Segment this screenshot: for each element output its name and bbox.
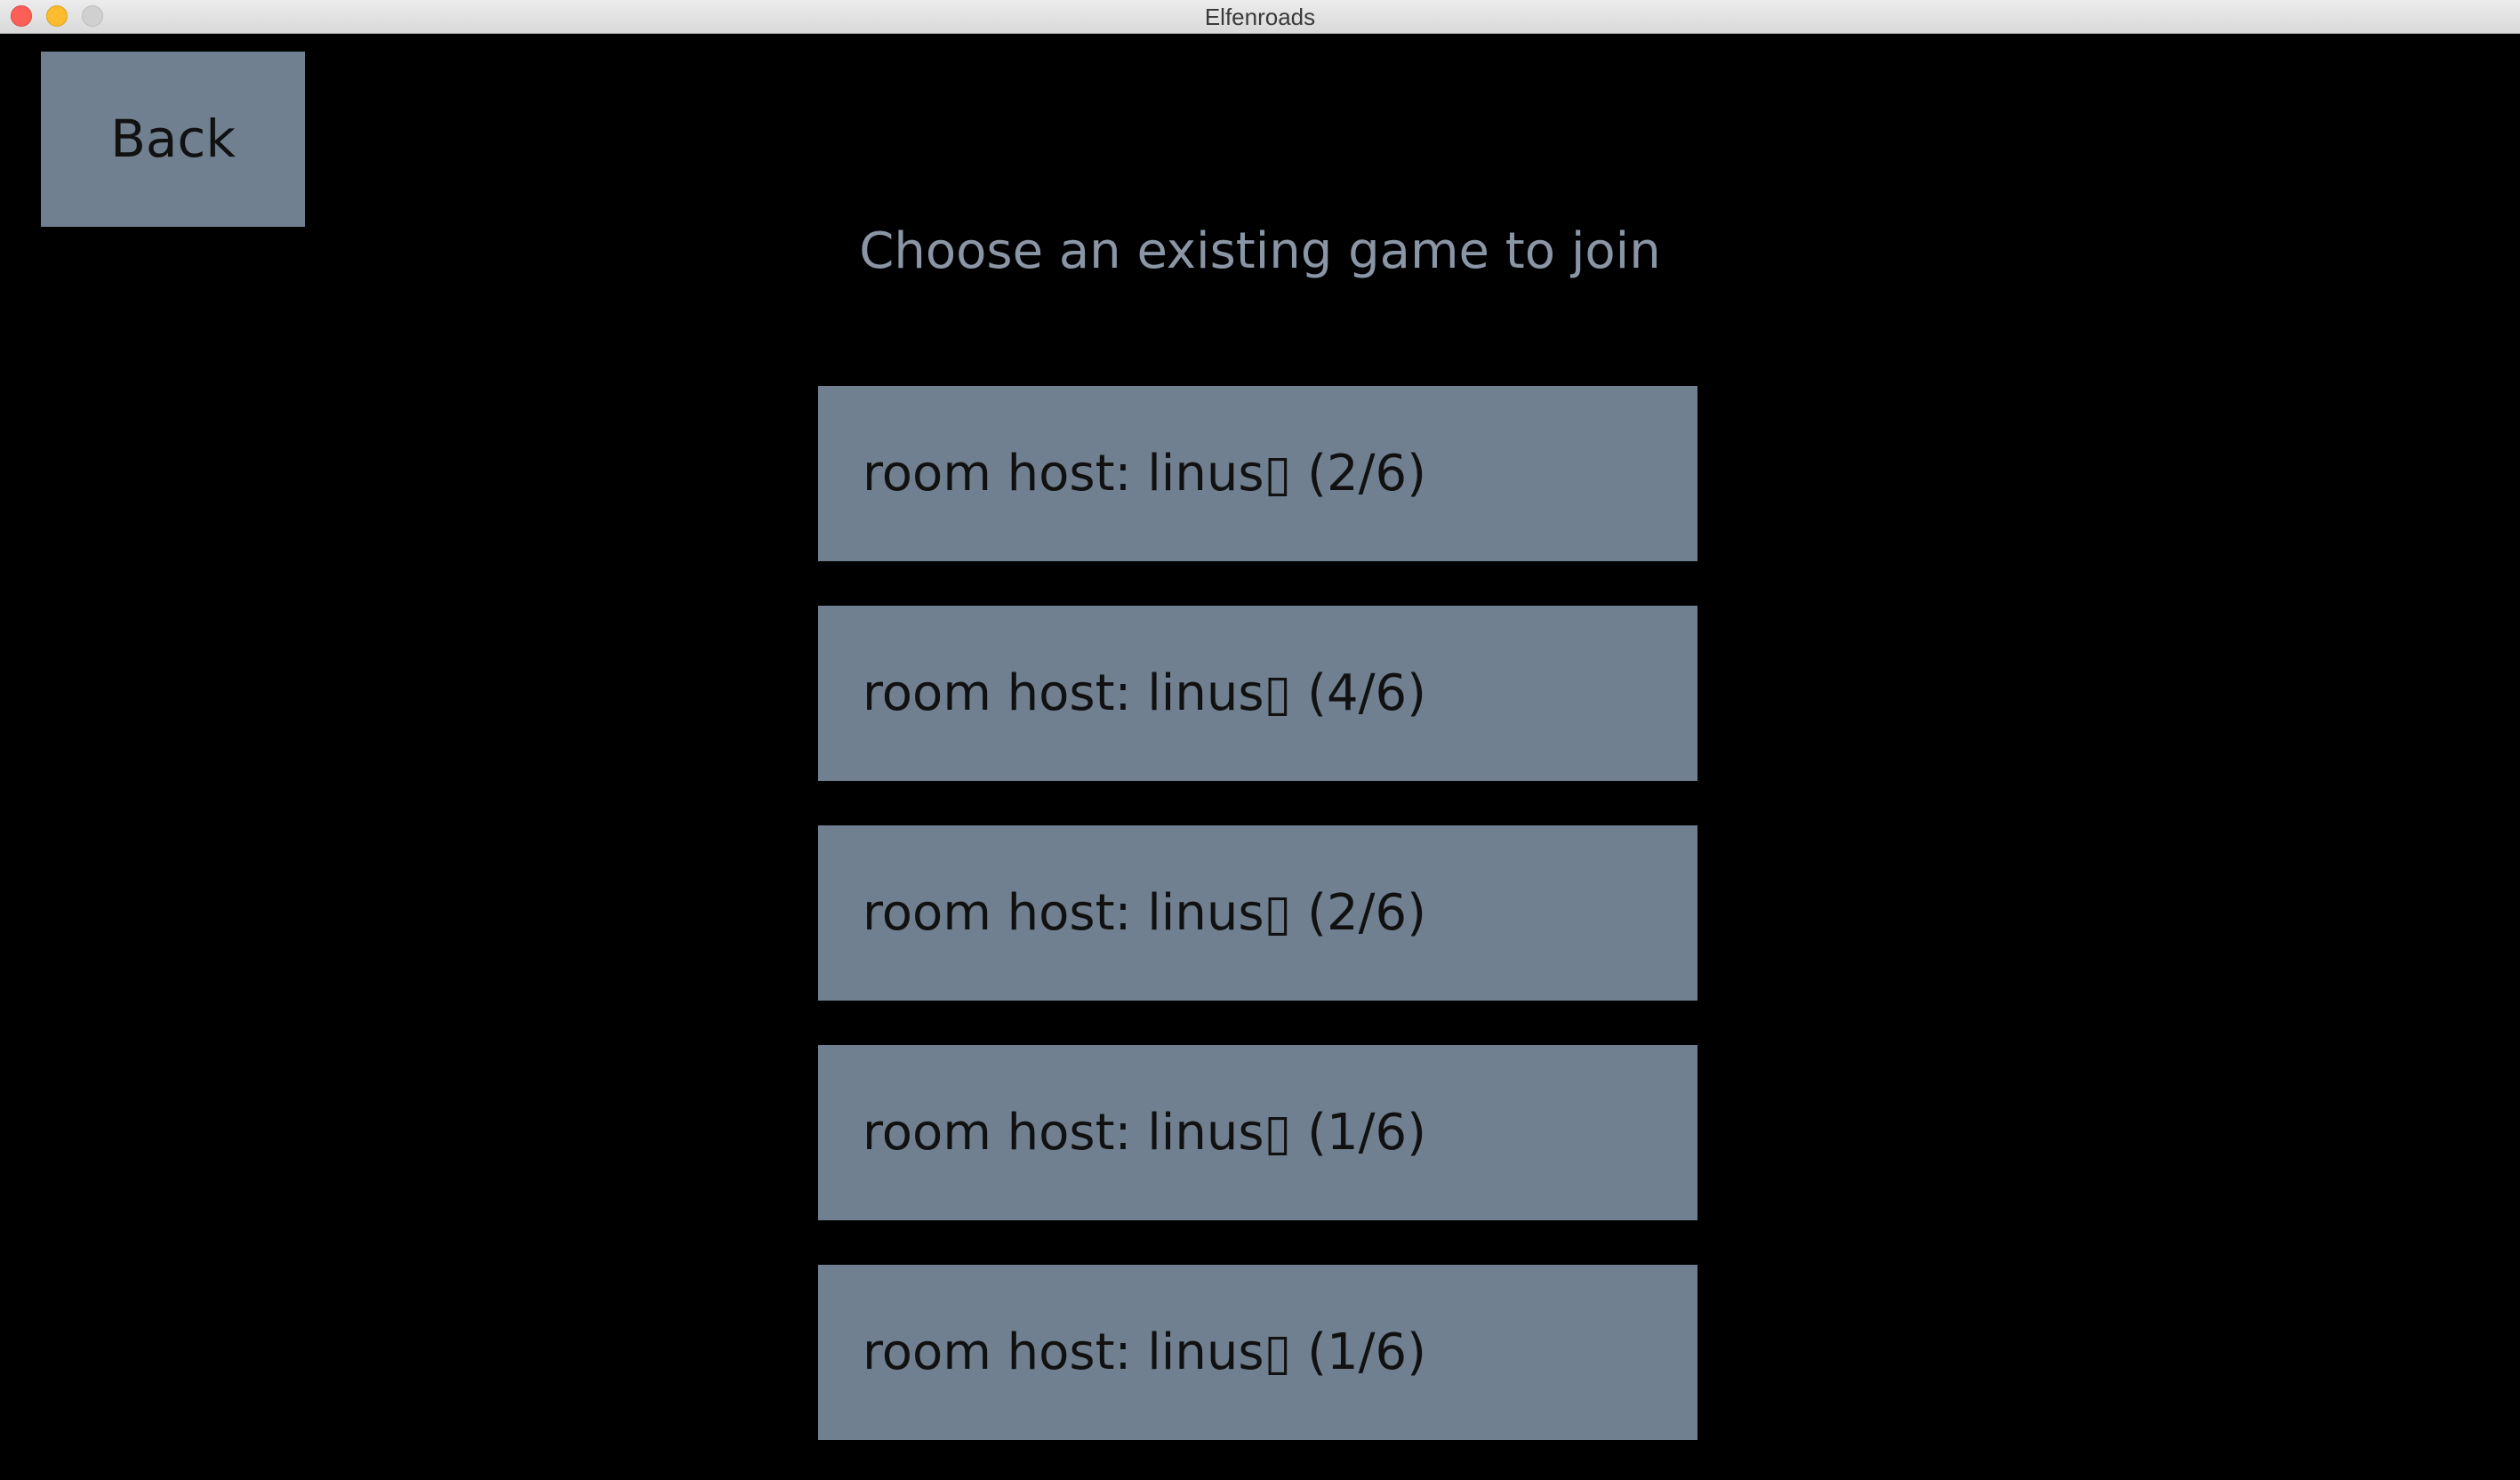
app-window: Elfenroads Back Choose an existing game …	[0, 0, 2520, 1480]
room-label: room host: linus▯ (1/6)	[863, 1104, 1426, 1162]
room-item[interactable]: room host: linus▯ (2/6)	[818, 386, 1697, 561]
room-item[interactable]: room host: linus▯ (1/6)	[818, 1045, 1697, 1220]
room-label: room host: linus▯ (4/6)	[863, 664, 1426, 722]
window-title: Elfenroads	[1204, 4, 1316, 30]
room-label: room host: linus▯ (2/6)	[863, 884, 1426, 942]
room-list: room host: linus▯ (2/6) room host: linus…	[818, 386, 1697, 1480]
room-label: room host: linus▯ (1/6)	[863, 1323, 1426, 1381]
room-item[interactable]: room host: linus▯ (2/6)	[818, 825, 1697, 1001]
back-button[interactable]: Back	[41, 52, 305, 227]
room-item[interactable]: room host: linus▯ (1/6)	[818, 1265, 1697, 1440]
room-label: room host: linus▯ (2/6)	[863, 445, 1426, 503]
window-titlebar: Elfenroads	[0, 0, 2520, 34]
page-heading: Choose an existing game to join	[859, 222, 1661, 280]
room-item[interactable]: room host: linus▯ (4/6)	[818, 606, 1697, 781]
